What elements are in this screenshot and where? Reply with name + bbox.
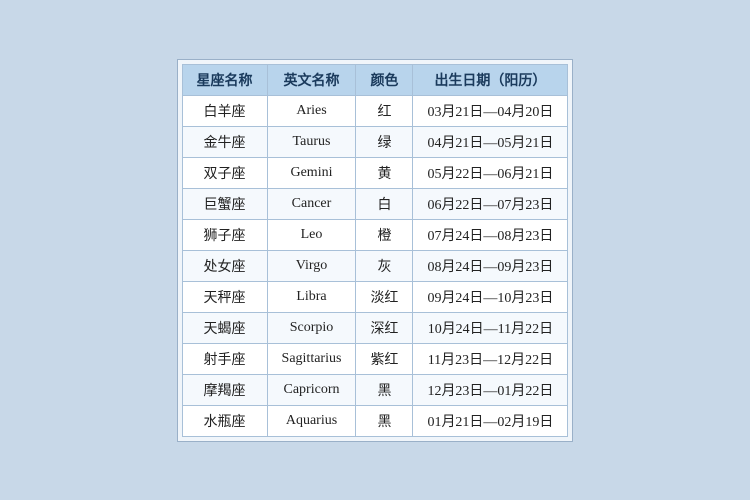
table-cell: 水瓶座 [182, 405, 267, 436]
table-cell: 处女座 [182, 250, 267, 281]
table-cell: 深红 [356, 312, 413, 343]
table-row: 天蝎座Scorpio深红10月24日—11月22日 [182, 312, 568, 343]
table-cell: 射手座 [182, 343, 267, 374]
table-row: 天秤座Libra淡红09月24日—10月23日 [182, 281, 568, 312]
table-row: 金牛座Taurus绿04月21日—05月21日 [182, 126, 568, 157]
table-row: 白羊座Aries红03月21日—04月20日 [182, 95, 568, 126]
table-cell: 灰 [356, 250, 413, 281]
table-cell: Capricorn [267, 374, 356, 405]
table-cell: 09月24日—10月23日 [413, 281, 568, 312]
table-cell: 白羊座 [182, 95, 267, 126]
table-header-row: 星座名称英文名称颜色出生日期（阳历） [182, 64, 568, 95]
table-cell: Cancer [267, 188, 356, 219]
table-cell: Aquarius [267, 405, 356, 436]
table-cell: 红 [356, 95, 413, 126]
table-cell: 天秤座 [182, 281, 267, 312]
table-cell: 05月22日—06月21日 [413, 157, 568, 188]
table-cell: 巨蟹座 [182, 188, 267, 219]
table-cell: 绿 [356, 126, 413, 157]
table-cell: 12月23日—01月22日 [413, 374, 568, 405]
table-cell: 橙 [356, 219, 413, 250]
table-cell: 摩羯座 [182, 374, 267, 405]
table-row: 狮子座Leo橙07月24日—08月23日 [182, 219, 568, 250]
table-cell: 03月21日—04月20日 [413, 95, 568, 126]
table-cell: Taurus [267, 126, 356, 157]
table-cell: 金牛座 [182, 126, 267, 157]
table-row: 水瓶座Aquarius黑01月21日—02月19日 [182, 405, 568, 436]
column-header: 英文名称 [267, 64, 356, 95]
column-header: 颜色 [356, 64, 413, 95]
table-cell: 11月23日—12月22日 [413, 343, 568, 374]
table-cell: 双子座 [182, 157, 267, 188]
zodiac-table: 星座名称英文名称颜色出生日期（阳历） 白羊座Aries红03月21日—04月20… [182, 64, 569, 437]
table-cell: 08月24日—09月23日 [413, 250, 568, 281]
table-cell: 10月24日—11月22日 [413, 312, 568, 343]
table-cell: Virgo [267, 250, 356, 281]
table-cell: 淡红 [356, 281, 413, 312]
table-cell: 狮子座 [182, 219, 267, 250]
column-header: 星座名称 [182, 64, 267, 95]
table-cell: Scorpio [267, 312, 356, 343]
table-cell: 06月22日—07月23日 [413, 188, 568, 219]
table-row: 射手座Sagittarius紫红11月23日—12月22日 [182, 343, 568, 374]
table-row: 巨蟹座Cancer白06月22日—07月23日 [182, 188, 568, 219]
table-cell: 白 [356, 188, 413, 219]
table-cell: 07月24日—08月23日 [413, 219, 568, 250]
table-cell: 04月21日—05月21日 [413, 126, 568, 157]
table-cell: Gemini [267, 157, 356, 188]
table-cell: Sagittarius [267, 343, 356, 374]
table-cell: 天蝎座 [182, 312, 267, 343]
table-row: 摩羯座Capricorn黑12月23日—01月22日 [182, 374, 568, 405]
table-cell: Aries [267, 95, 356, 126]
table-cell: 黑 [356, 374, 413, 405]
table-row: 处女座Virgo灰08月24日—09月23日 [182, 250, 568, 281]
table-cell: Leo [267, 219, 356, 250]
column-header: 出生日期（阳历） [413, 64, 568, 95]
table-cell: 01月21日—02月19日 [413, 405, 568, 436]
table-wrapper: 星座名称英文名称颜色出生日期（阳历） 白羊座Aries红03月21日—04月20… [177, 59, 574, 442]
table-body: 白羊座Aries红03月21日—04月20日金牛座Taurus绿04月21日—0… [182, 95, 568, 436]
table-cell: 黑 [356, 405, 413, 436]
table-cell: 黄 [356, 157, 413, 188]
table-cell: 紫红 [356, 343, 413, 374]
table-cell: Libra [267, 281, 356, 312]
table-row: 双子座Gemini黄05月22日—06月21日 [182, 157, 568, 188]
